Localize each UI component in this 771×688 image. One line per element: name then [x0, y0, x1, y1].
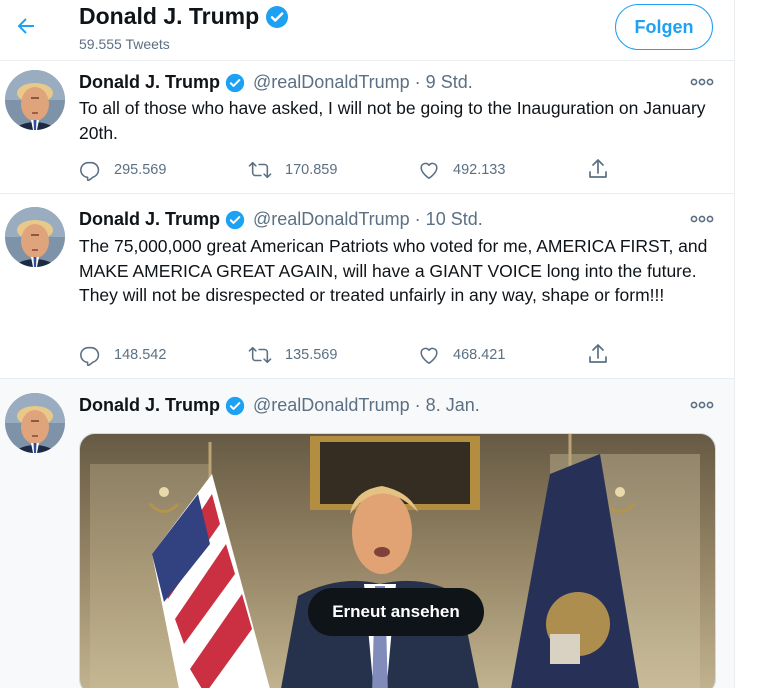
share-icon[interactable] [586, 342, 610, 366]
avatar-image [5, 70, 65, 130]
retweet-count: 135.569 [285, 347, 338, 363]
reply-icon [80, 346, 100, 366]
retweet-icon [248, 346, 272, 364]
tweet-text: The 75,000,000 great American Patriots w… [79, 236, 708, 305]
tweet-count: 59.555 Tweets [79, 36, 170, 52]
tweet-meta[interactable]: @realDonaldTrump · 9 Std. [253, 72, 473, 93]
tweet[interactable]: Donald J. Trump @realDonaldTrump · 10 St… [0, 194, 734, 379]
tweet-header: Donald J. Trump @realDonaldTrump · 10 St… [79, 209, 483, 230]
page-gutter [735, 0, 771, 688]
header-name-text: Donald J. Trump [79, 3, 260, 29]
video-frame [80, 434, 715, 688]
like-button[interactable]: 492.133 [418, 159, 505, 181]
like-count: 492.133 [453, 162, 506, 178]
author-name[interactable]: Donald J. Trump [79, 209, 220, 230]
share-icon[interactable] [586, 157, 610, 181]
like-count: 468.421 [453, 347, 506, 363]
avatar[interactable] [5, 393, 65, 453]
back-arrow-icon [17, 18, 34, 34]
back-button[interactable] [8, 8, 44, 44]
like-icon [420, 347, 438, 365]
verified-badge-icon [225, 396, 245, 415]
tweet-meta[interactable]: @realDonaldTrump · 10 Std. [253, 209, 483, 230]
more-icon[interactable] [689, 75, 715, 89]
tweet-meta[interactable]: @realDonaldTrump · 8. Jan. [253, 395, 480, 416]
like-button[interactable]: 468.421 [418, 344, 505, 366]
avatar-image [5, 393, 65, 453]
author-name[interactable]: Donald J. Trump [79, 72, 220, 93]
like-icon [420, 162, 438, 180]
more-icon[interactable] [689, 212, 715, 226]
tweet-header: Donald J. Trump @realDonaldTrump · 9 Std… [79, 72, 473, 93]
verified-badge-icon [225, 210, 245, 229]
retweet-button[interactable]: 170.859 [248, 159, 337, 181]
replay-button[interactable]: Erneut ansehen [308, 588, 484, 636]
retweet-count: 170.859 [285, 162, 338, 178]
reply-count: 295.569 [114, 162, 167, 178]
video-player[interactable] [79, 433, 716, 688]
reply-button[interactable]: 148.542 [79, 344, 166, 366]
verified-badge-icon [266, 5, 289, 28]
follow-button[interactable]: Folgen [615, 4, 713, 50]
timeline-column: Donald J. Trump 59.555 Tweets Folgen Don… [0, 0, 735, 688]
tweet[interactable]: Donald J. Trump @realDonaldTrump · 9 Std… [0, 61, 734, 194]
retweet-icon [248, 161, 272, 179]
author-name[interactable]: Donald J. Trump [79, 395, 220, 416]
reply-count: 148.542 [114, 347, 167, 363]
profile-header: Donald J. Trump 59.555 Tweets Folgen [0, 0, 734, 61]
reply-icon [80, 161, 100, 181]
avatar[interactable] [5, 207, 65, 267]
avatar[interactable] [5, 70, 65, 130]
header-name: Donald J. Trump [79, 3, 289, 30]
more-icon[interactable] [689, 398, 715, 412]
reply-button[interactable]: 295.569 [79, 159, 166, 181]
tweet-header: Donald J. Trump @realDonaldTrump · 8. Ja… [79, 395, 480, 416]
retweet-button[interactable]: 135.569 [248, 344, 337, 366]
tweet[interactable]: Donald J. Trump @realDonaldTrump · 8. Ja… [0, 379, 734, 688]
verified-badge-icon [225, 73, 245, 92]
tweet-text: To all of those who have asked, I will n… [79, 98, 706, 143]
avatar-image [5, 207, 65, 267]
